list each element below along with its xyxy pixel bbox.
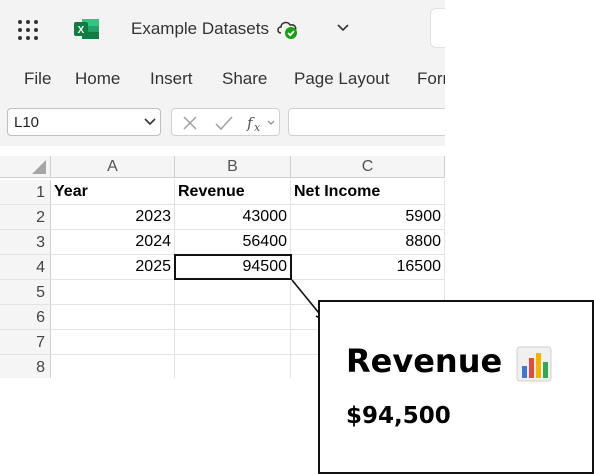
row-header[interactable]: 2	[0, 205, 51, 230]
ribbon-tabs: File Home Insert Share Page Layout Form	[0, 58, 445, 100]
app-launcher-icon[interactable]	[17, 19, 39, 41]
cell-b4-selected[interactable]: 94500	[174, 254, 292, 280]
callout-value: $94,500	[346, 403, 451, 429]
cell-a1[interactable]: Year	[51, 180, 175, 205]
cell-c3[interactable]: 8800	[291, 230, 445, 255]
cell-b3[interactable]: 56400	[175, 230, 291, 255]
cell-c2[interactable]: 5900	[291, 205, 445, 230]
cell-b1[interactable]: Revenue	[175, 180, 291, 205]
cell-a3[interactable]: 2024	[51, 230, 175, 255]
select-all-corner[interactable]	[0, 156, 51, 178]
column-header-b[interactable]: B	[175, 156, 291, 178]
tab-page-layout[interactable]: Page Layout	[294, 69, 389, 89]
formula-input[interactable]	[288, 108, 445, 136]
row-header[interactable]: 8	[0, 355, 51, 378]
bar-chart-icon	[516, 346, 552, 382]
insert-function-icon[interactable]: f x	[246, 113, 268, 133]
cell-b6[interactable]	[175, 305, 291, 330]
cell-b2[interactable]: 43000	[175, 205, 291, 230]
document-title[interactable]: Example Datasets	[131, 19, 269, 39]
tab-formulas[interactable]: Form	[417, 69, 445, 89]
cell-c4[interactable]: 16500	[292, 255, 445, 280]
confirm-icon[interactable]	[215, 115, 233, 131]
tab-home[interactable]: Home	[75, 69, 120, 89]
cell-b5[interactable]	[175, 280, 291, 305]
chevron-down-icon[interactable]	[267, 120, 275, 126]
chevron-down-icon[interactable]	[144, 117, 156, 127]
svg-text:x: x	[254, 121, 261, 133]
cell-c1[interactable]: Net Income	[291, 180, 445, 205]
cell-a2[interactable]: 2023	[51, 205, 175, 230]
cell-a7[interactable]	[51, 330, 175, 355]
triangle-icon	[32, 160, 46, 174]
cell-a5[interactable]	[51, 280, 175, 305]
column-header-c[interactable]: C	[291, 156, 445, 178]
revenue-callout-card: Revenue $94,500	[318, 300, 594, 474]
name-box[interactable]: L10	[7, 108, 161, 136]
row-header[interactable]: 3	[0, 230, 51, 255]
cell-a6[interactable]	[51, 305, 175, 330]
cell-b8[interactable]	[175, 355, 291, 378]
cell-b7[interactable]	[175, 330, 291, 355]
cell-a4[interactable]: 2025	[51, 255, 175, 280]
cell-a8[interactable]	[51, 355, 175, 378]
title-bar: X Example Datasets	[0, 0, 445, 58]
tab-insert[interactable]: Insert	[150, 69, 193, 89]
formula-actions: f x	[171, 108, 280, 136]
cancel-icon[interactable]	[182, 115, 198, 131]
chevron-down-icon[interactable]	[336, 20, 350, 34]
row-header[interactable]: 4	[0, 255, 51, 280]
row-header[interactable]: 1	[0, 180, 51, 205]
search-input[interactable]	[430, 8, 445, 48]
name-box-value: L10	[14, 114, 40, 131]
row-header[interactable]: 5	[0, 280, 51, 305]
excel-icon: X	[74, 19, 99, 39]
svg-text:X: X	[78, 25, 85, 36]
row-header[interactable]: 6	[0, 305, 51, 330]
tab-share[interactable]: Share	[222, 69, 267, 89]
cloud-sync-icon[interactable]	[276, 18, 300, 40]
tab-file[interactable]: File	[24, 69, 51, 89]
formula-bar: L10 f x	[0, 100, 445, 146]
column-header-a[interactable]: A	[51, 156, 175, 178]
callout-title: Revenue	[346, 342, 503, 380]
row-header[interactable]: 7	[0, 330, 51, 355]
